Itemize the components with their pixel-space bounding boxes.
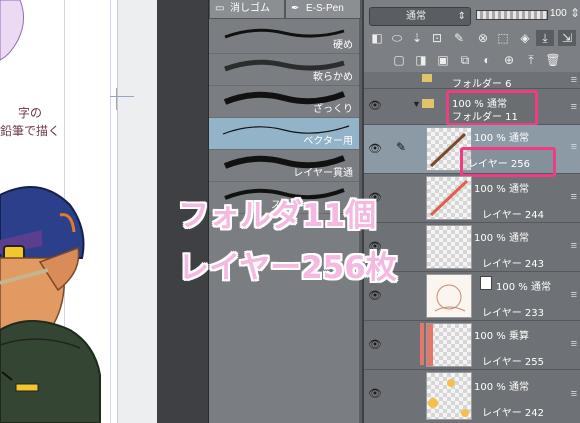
opacity-value: 100	[550, 8, 567, 19]
layer-menu-icon[interactable]: ≡	[571, 191, 577, 203]
merge-down-icon[interactable]: ⤓	[536, 30, 554, 46]
overlay-caption-layers: レイヤー256枚	[178, 250, 397, 286]
layer-name: フォルダー 6	[452, 79, 512, 90]
opacity-slider[interactable]	[476, 10, 548, 20]
layer-menu-icon[interactable]: ≡	[571, 388, 577, 400]
thumbnail-strokes	[428, 379, 469, 417]
chevron-updown-icon: ⇕	[457, 11, 466, 22]
layer-panel: 通常 ⇕ 100 ⇕ ◧ ⬭ ⇣ ⊡ ✎ ⊗ ⬚ ◈ ⤓ ⇲ ▢ ◨ ▣ ⧉ ◐…	[362, 0, 580, 423]
folder-icon	[422, 74, 432, 82]
overlay-caption-folders: フォルダ11個	[178, 198, 377, 234]
brush-item-vector[interactable]: ベクター用	[209, 118, 359, 150]
merge-visible-icon[interactable]: ⇲	[558, 30, 576, 46]
mask-icon[interactable]: ◈	[516, 30, 534, 46]
blend-mode-value: 通常	[406, 11, 426, 22]
layer-menu-icon[interactable]: ≡	[571, 101, 577, 113]
chevron-down-icon[interactable]: ▼	[412, 99, 421, 109]
canvas-area[interactable]: 字の 鉛筆で描く	[0, 0, 157, 423]
folder-icon	[422, 99, 434, 108]
layer-name: レイヤー 244	[482, 210, 544, 221]
layer-name: レイヤー 256	[468, 159, 530, 170]
layer-thumbnail	[426, 372, 472, 420]
layer-mode: 100 % 通常	[474, 233, 529, 244]
layer-name: レイヤー 242	[482, 408, 544, 419]
lock-transparent-icon[interactable]: ⊡	[428, 30, 446, 46]
layer-row-folder-6[interactable]: フォルダー 6 ≡	[364, 72, 580, 90]
tab-e-s-pen[interactable]: ✒ E-S-Pen	[285, 0, 361, 19]
pen-nib-icon: ✒	[291, 3, 300, 14]
layer-name: レイヤー 255	[482, 357, 544, 368]
blend-mode-select[interactable]: 通常 ⇕	[369, 7, 471, 26]
new-folder-icon[interactable]: ▣	[434, 52, 452, 68]
layer-name: レイヤー 243	[482, 259, 544, 270]
layer-name: レイヤー 233	[482, 308, 544, 319]
layer-mask-icon[interactable]: ◐	[478, 52, 496, 68]
layer-thumbnail	[426, 176, 472, 220]
layer-row-256[interactable]: 👁 ✎ 100 % 通常 レイヤー 256 ≡	[364, 125, 580, 177]
layer-mode: 100 % 通常	[474, 133, 529, 144]
visibility-eye-icon[interactable]: 👁	[368, 289, 382, 302]
layer-mode: 100 % 通常	[474, 184, 529, 195]
brush-item-hard[interactable]: 硬め	[209, 22, 359, 54]
visibility-eye-icon[interactable]: 👁	[368, 338, 382, 351]
lock-icon[interactable]: ⊗	[474, 30, 492, 46]
transfer-layer-icon[interactable]: ⤒	[522, 52, 540, 68]
layer-thumbnail	[426, 274, 472, 318]
layer-menu-icon[interactable]: ≡	[571, 74, 577, 86]
visibility-eye-icon[interactable]: 👁	[368, 99, 382, 112]
new-vector-layer-icon[interactable]: ◨	[412, 52, 430, 68]
visibility-eye-icon[interactable]: 👁	[368, 387, 382, 400]
tab-eraser-label: 消しゴム	[230, 3, 270, 14]
reference-layer-icon[interactable]: ◧	[368, 30, 386, 46]
layer-mode: 100 % 通常	[496, 282, 551, 293]
brush-label: ざっくり	[313, 104, 353, 115]
eraser-icon: ▭	[215, 3, 225, 14]
copy-layer-icon[interactable]: ⧉	[456, 52, 474, 68]
brush-label: 硬め	[333, 40, 353, 51]
layer-row-244[interactable]: 👁 100 % 通常 レイヤー 244 ≡	[364, 174, 580, 223]
layer-mode: 100 % 乗算	[474, 331, 529, 342]
brush-item-layer-through[interactable]: レイヤー貫通	[209, 150, 359, 182]
layer-menu-icon[interactable]: ≡	[571, 338, 577, 350]
layer-row-folder-11[interactable]: 👁 ▼ 100 % 通常 フォルダー 11 ≡	[364, 89, 580, 126]
thumbnail-strokes	[434, 284, 466, 312]
layer-menu-icon[interactable]: ≡	[571, 240, 577, 252]
chevron-updown-icon[interactable]: ⇕	[570, 6, 580, 20]
draft-layer-icon[interactable]: ⬭	[388, 30, 406, 46]
clipping-indicator	[420, 323, 424, 365]
layer-row-255[interactable]: 👁 100 % 乗算 レイヤー 255 ≡	[364, 321, 580, 370]
merge-layer-icon[interactable]: ⊕	[500, 52, 518, 68]
character-illustration	[0, 0, 101, 423]
layer-menu-icon[interactable]: ≡	[571, 289, 577, 301]
layer-thumbnail	[426, 323, 472, 367]
tab-e-s-pen-label: E-S-Pen	[306, 3, 344, 14]
layer-row-242[interactable]: 👁 100 % 通常 レイヤー 242 ≡	[364, 370, 580, 422]
brush-label: レイヤー貫通	[293, 168, 353, 179]
pen-edit-icon: ✎	[396, 140, 407, 154]
tab-eraser[interactable]: ▭ 消しゴム	[209, 0, 285, 19]
clip-layer-icon[interactable]: ⇣	[408, 30, 426, 46]
layer-thumbnail	[426, 225, 472, 269]
layer-toolbar: 通常 ⇕ 100 ⇕ ◧ ⬭ ⇣ ⊡ ✎ ⊗ ⬚ ◈ ⤓ ⇲ ▢ ◨ ▣ ⧉ ◐…	[364, 0, 580, 72]
thumbnail-strokes	[427, 324, 433, 366]
brush-label: 軟らかめ	[313, 72, 353, 83]
brush-item-rough[interactable]: ざっくり	[209, 86, 359, 118]
thumbnail-strokes	[429, 179, 469, 217]
new-raster-layer-icon[interactable]: ▢	[390, 52, 408, 68]
brush-item-soft[interactable]: 軟らかめ	[209, 54, 359, 86]
brush-label: ベクター用	[303, 136, 353, 147]
layer-name: フォルダー 11	[452, 112, 518, 123]
layer-property-icon	[480, 276, 492, 290]
delete-layer-icon[interactable]: 🗑	[544, 52, 562, 68]
visibility-eye-icon[interactable]: 👁	[368, 142, 382, 155]
pen-color-icon[interactable]: ✎	[450, 30, 468, 46]
layer-menu-icon[interactable]: ≡	[571, 141, 577, 153]
lock-alpha-icon[interactable]: ⬚	[494, 30, 512, 46]
layer-mode: 100 % 通常	[474, 382, 529, 393]
